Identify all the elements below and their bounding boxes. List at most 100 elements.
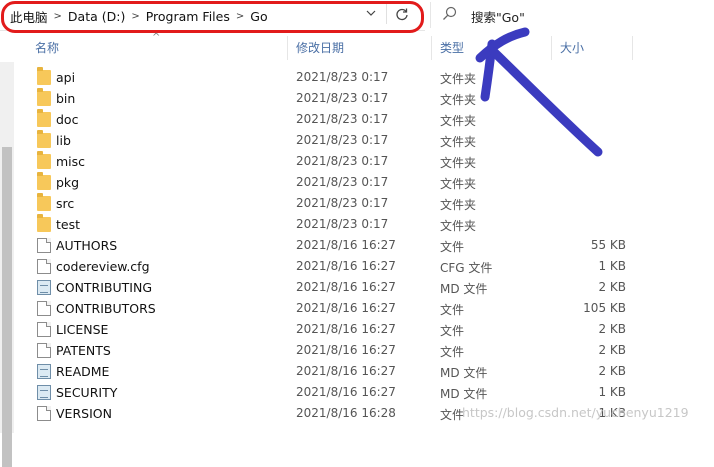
file-name: api <box>56 70 76 85</box>
file-type: 文件夹 <box>440 177 477 191</box>
file-name: lib <box>56 133 71 148</box>
column-header-type[interactable]: 类型 <box>440 34 464 62</box>
markdown-file-icon <box>37 364 51 379</box>
column-divider[interactable] <box>287 36 288 60</box>
file-row[interactable]: codereview.cfg 2021/8/16 16:27 CFG 文件 1 … <box>0 256 714 277</box>
file-date: 2021/8/16 16:28 <box>296 406 396 420</box>
column-divider[interactable] <box>632 36 633 60</box>
file-row[interactable]: SECURITY 2021/8/16 16:27 MD 文件 1 KB <box>0 382 714 403</box>
file-row[interactable]: AUTHORS 2021/8/16 16:27 文件 55 KB <box>0 235 714 256</box>
file-size: 2 KB <box>598 343 626 357</box>
file-row[interactable]: src 2021/8/23 0:17 文件夹 <box>0 193 714 214</box>
file-size: 2 KB <box>598 364 626 378</box>
file-row[interactable]: pkg 2021/8/23 0:17 文件夹 <box>0 172 714 193</box>
file-date: 2021/8/23 0:17 <box>296 196 389 210</box>
file-date: 2021/8/23 0:17 <box>296 112 389 126</box>
file-type: 文件夹 <box>440 156 477 170</box>
folder-icon <box>37 88 51 106</box>
file-type: MD 文件 <box>440 282 488 296</box>
file-row[interactable]: api 2021/8/23 0:17 文件夹 <box>0 67 714 88</box>
watermark: https://blog.csdn.net/yuchenyu1219 <box>462 405 689 420</box>
file-type: 文件夹 <box>440 198 477 212</box>
file-row[interactable]: doc 2021/8/23 0:17 文件夹 <box>0 109 714 130</box>
file-name: README <box>56 364 110 379</box>
file-date: 2021/8/16 16:27 <box>296 364 396 378</box>
file-type: 文件夹 <box>440 72 477 86</box>
file-date: 2021/8/23 0:17 <box>296 217 389 231</box>
file-date: 2021/8/16 16:27 <box>296 280 396 294</box>
file-size: 1 KB <box>598 259 626 273</box>
file-name: test <box>56 217 81 232</box>
file-name: codereview.cfg <box>56 259 150 274</box>
sort-ascending-icon: ^ <box>152 32 161 43</box>
folder-icon <box>37 67 51 85</box>
file-date: 2021/8/23 0:17 <box>296 154 389 168</box>
file-row[interactable]: CONTRIBUTORS 2021/8/16 16:27 文件 105 KB <box>0 298 714 319</box>
file-name: PATENTS <box>56 343 111 358</box>
file-type: 文件 <box>440 345 465 359</box>
file-icon <box>37 406 51 421</box>
file-type: 文件 <box>440 303 465 317</box>
file-date: 2021/8/16 16:27 <box>296 259 396 273</box>
file-type: 文件 <box>440 240 465 254</box>
folder-icon <box>37 109 51 127</box>
file-date: 2021/8/23 0:17 <box>296 133 389 147</box>
file-size: 2 KB <box>598 280 626 294</box>
file-name: AUTHORS <box>56 238 118 253</box>
file-size: 2 KB <box>598 322 626 336</box>
file-date: 2021/8/23 0:17 <box>296 175 389 189</box>
file-date: 2021/8/23 0:17 <box>296 91 389 105</box>
search-box[interactable]: 搜索"Go" <box>430 2 714 28</box>
file-name: src <box>56 196 75 211</box>
file-size: 105 KB <box>583 301 626 315</box>
file-row[interactable]: PATENTS 2021/8/16 16:27 文件 2 KB <box>0 340 714 361</box>
file-date: 2021/8/16 16:27 <box>296 385 396 399</box>
file-row[interactable]: LICENSE 2021/8/16 16:27 文件 2 KB <box>0 319 714 340</box>
file-row[interactable]: misc 2021/8/23 0:17 文件夹 <box>0 151 714 172</box>
file-date: 2021/8/16 16:27 <box>296 322 396 336</box>
file-type: MD 文件 <box>440 387 488 401</box>
column-header-date[interactable]: 修改日期 <box>296 34 344 62</box>
file-name: LICENSE <box>56 322 109 337</box>
file-icon <box>37 343 51 358</box>
markdown-file-icon <box>37 385 51 400</box>
file-type: 文件 <box>440 324 465 338</box>
file-row[interactable]: bin 2021/8/23 0:17 文件夹 <box>0 88 714 109</box>
search-icon <box>443 6 457 20</box>
folder-icon <box>37 172 51 190</box>
file-icon <box>37 238 51 253</box>
file-row[interactable]: CONTRIBUTING 2021/8/16 16:27 MD 文件 2 KB <box>0 277 714 298</box>
markdown-file-icon <box>37 280 51 295</box>
red-highlight-annotation <box>1 1 424 33</box>
file-name: SECURITY <box>56 385 118 400</box>
file-type: 文件夹 <box>440 135 477 149</box>
file-date: 2021/8/16 16:27 <box>296 238 396 252</box>
folder-icon <box>37 193 51 211</box>
file-row[interactable]: test 2021/8/23 0:17 文件夹 <box>0 214 714 235</box>
file-icon <box>37 259 51 274</box>
file-size: 55 KB <box>590 238 626 252</box>
file-date: 2021/8/23 0:17 <box>296 70 389 84</box>
file-name: bin <box>56 91 76 106</box>
folder-icon <box>37 130 51 148</box>
file-date: 2021/8/16 16:27 <box>296 343 396 357</box>
search-input[interactable]: 搜索"Go" <box>471 7 525 26</box>
folder-icon <box>37 214 51 232</box>
column-divider[interactable] <box>431 36 432 60</box>
file-size: 1 KB <box>598 385 626 399</box>
file-type: CFG 文件 <box>440 261 493 275</box>
file-type: 文件夹 <box>440 114 477 128</box>
file-type: 文件夹 <box>440 93 477 107</box>
column-header-name[interactable]: 名称 <box>35 34 59 62</box>
column-header-size[interactable]: 大小 <box>560 34 584 62</box>
file-name: CONTRIBUTORS <box>56 301 156 316</box>
file-name: misc <box>56 154 86 169</box>
file-name: CONTRIBUTING <box>56 280 153 295</box>
file-icon <box>37 301 51 316</box>
file-name: VERSION <box>56 406 112 421</box>
file-icon <box>37 322 51 337</box>
file-name: pkg <box>56 175 80 190</box>
column-divider[interactable] <box>551 36 552 60</box>
file-row[interactable]: lib 2021/8/23 0:17 文件夹 <box>0 130 714 151</box>
file-row[interactable]: README 2021/8/16 16:27 MD 文件 2 KB <box>0 361 714 382</box>
